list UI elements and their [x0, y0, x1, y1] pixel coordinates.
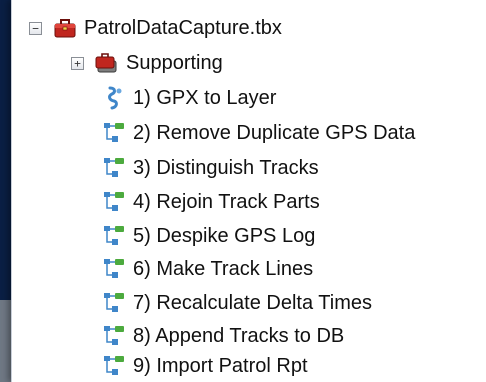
tree-item-tool[interactable]: 9) Import Patrol Rpt [101, 350, 308, 382]
tree-item-tool[interactable]: 5) Despike GPS Log [101, 220, 315, 252]
toolbox-icon [52, 15, 78, 41]
tool-label: 5) Despike GPS Log [133, 224, 316, 247]
tree-item-tool[interactable]: 8) Append Tracks to DB [101, 320, 344, 352]
collapse-icon[interactable]: − [29, 21, 42, 35]
toolset-icon [94, 50, 120, 76]
tree-node-supporting[interactable]: + Supporting [71, 47, 223, 79]
model-tool-icon [101, 120, 127, 146]
tool-label: 7) Recalculate Delta Times [133, 291, 372, 314]
tool-label: 3) Distinguish Tracks [133, 156, 319, 179]
model-tool-icon [101, 353, 127, 379]
model-tool-icon [101, 155, 127, 181]
tree-item-tool[interactable]: 1) GPX to Layer [101, 82, 276, 114]
model-tool-icon [101, 223, 127, 249]
tree-item-tool[interactable]: 3) Distinguish Tracks [101, 152, 319, 184]
tree-item-tool[interactable]: 2) Remove Duplicate GPS Data [101, 117, 415, 149]
tool-label: 6) Make Track Lines [133, 257, 314, 280]
tree-item-tool[interactable]: 6) Make Track Lines [101, 253, 313, 285]
toolset-label: Supporting [126, 51, 223, 74]
tool-label: 8) Append Tracks to DB [133, 324, 345, 347]
tree-item-tool[interactable]: 7) Recalculate Delta Times [101, 287, 372, 319]
model-tool-icon [101, 290, 127, 316]
script-tool-icon [101, 85, 127, 111]
model-tool-icon [101, 323, 127, 349]
tool-label: 1) GPX to Layer [133, 86, 277, 109]
expand-icon[interactable]: + [71, 56, 84, 70]
tool-label: 9) Import Patrol Rpt [133, 354, 308, 377]
tree-item-tool[interactable]: 4) Rejoin Track Parts [101, 186, 320, 218]
model-tool-icon [101, 189, 127, 215]
tree-node-toolbox[interactable]: − PatrolDataCapture.tbx [29, 12, 282, 44]
tool-label: 2) Remove Duplicate GPS Data [133, 121, 416, 144]
catalog-tree-panel: − PatrolDataCapture.tbx + Supporting 1) … [11, 0, 486, 382]
toolbox-label: PatrolDataCapture.tbx [84, 16, 282, 39]
background-band [0, 300, 11, 382]
tool-label: 4) Rejoin Track Parts [133, 190, 320, 213]
screenshot-frame: − PatrolDataCapture.tbx + Supporting 1) … [0, 0, 486, 382]
model-tool-icon [101, 256, 127, 282]
